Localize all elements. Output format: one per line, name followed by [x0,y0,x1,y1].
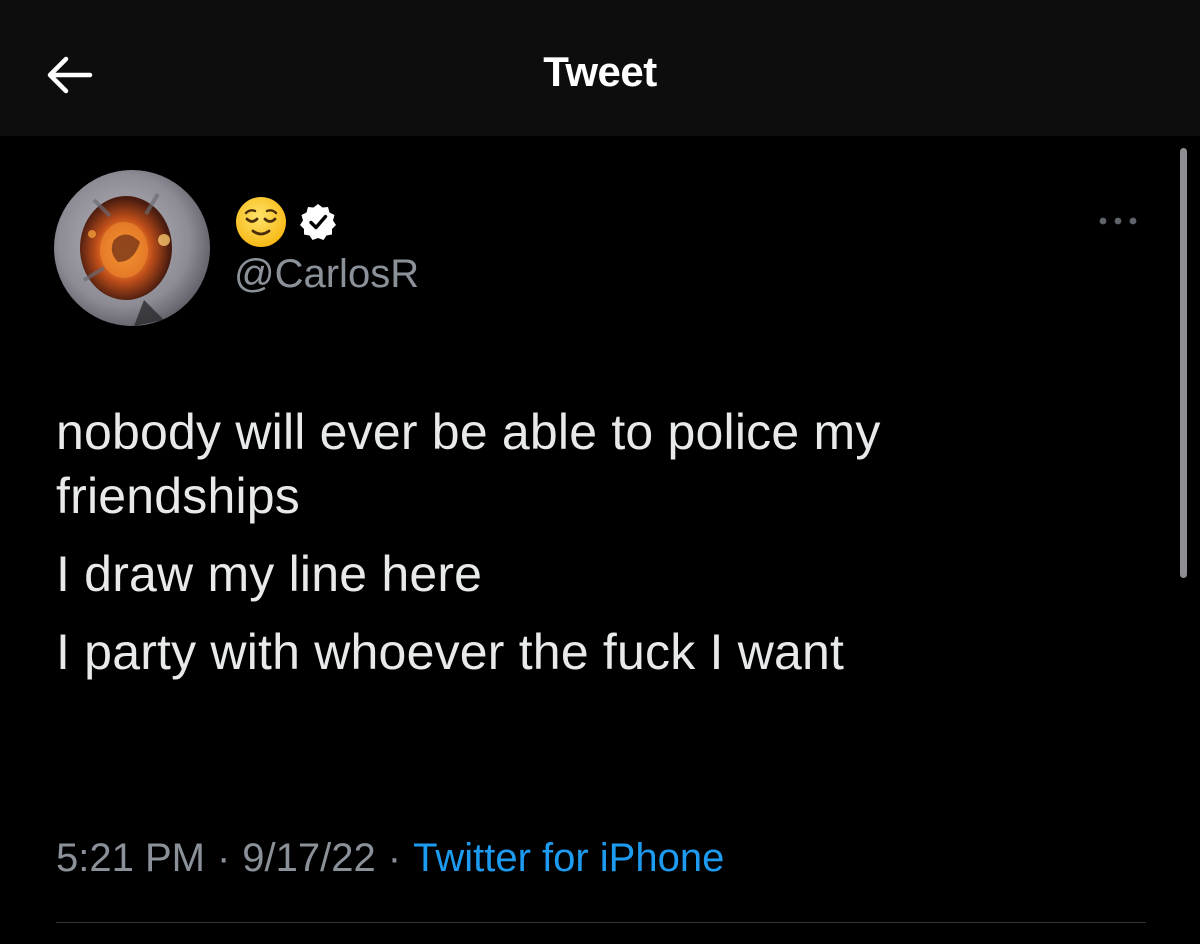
top-bar: Tweet [0,0,1200,136]
relieved-face-emoji [236,197,286,247]
tweet-source-link[interactable]: Twitter for iPhone [413,836,724,880]
author-handle[interactable]: @CarlosR [234,252,419,297]
tweet-paragraph: nobody will ever be able to police my fr… [56,404,881,524]
tweet-time[interactable]: 5:21 PM [56,836,205,880]
divider [56,922,1146,923]
back-button[interactable] [38,44,100,106]
avatar[interactable] [54,170,210,326]
tweet-text: nobody will ever be able to police my fr… [56,400,1136,698]
more-options-button[interactable] [1096,206,1140,236]
tweet-meta: 5:21 PM · 9/17/22 · Twitter for iPhone [56,836,724,881]
verified-badge-icon [300,204,336,240]
tweet-paragraph: I draw my line here [56,546,483,602]
page-title: Tweet [543,48,657,95]
avatar-image [54,170,210,326]
meta-separator: · [387,836,402,880]
arrow-left-icon [47,56,93,94]
scrollbar[interactable] [1180,148,1187,578]
author-name-row[interactable] [234,194,338,250]
more-horizontal-icon [1099,217,1137,225]
tweet-date[interactable]: 9/17/22 [242,836,375,880]
tweet-paragraph: I party with whoever the fuck I want [56,624,845,680]
meta-separator: · [216,836,231,880]
